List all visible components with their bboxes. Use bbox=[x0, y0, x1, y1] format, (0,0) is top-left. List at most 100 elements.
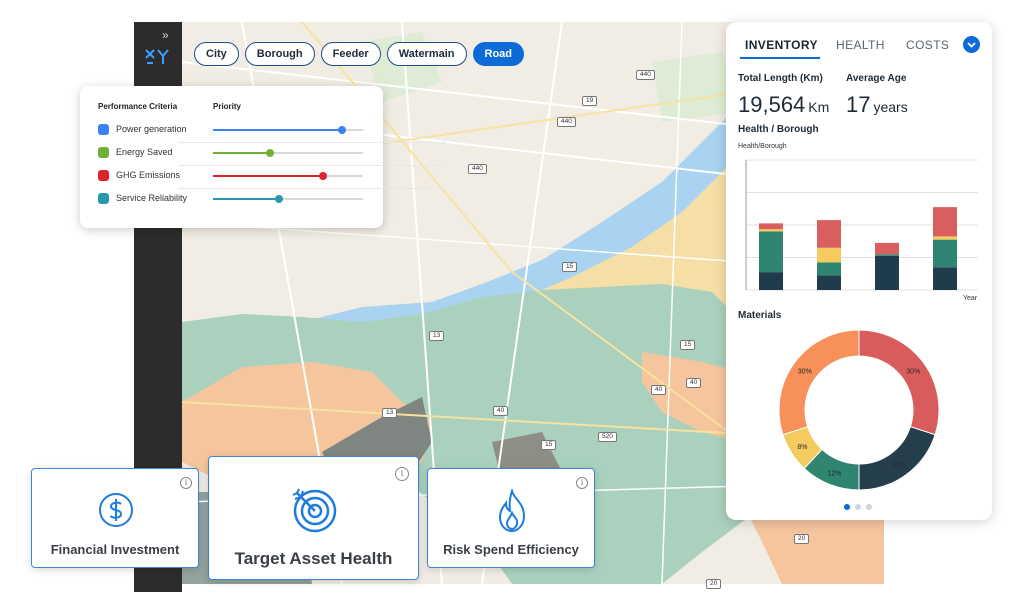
criteria-label: Power generation bbox=[116, 124, 187, 134]
bar-segment[interactable] bbox=[817, 220, 841, 248]
priority-slider-handle[interactable] bbox=[275, 195, 283, 203]
donut-slice[interactable] bbox=[858, 426, 936, 491]
criteria-row: Service Reliability bbox=[98, 192, 368, 206]
road-shield: 15 bbox=[562, 262, 578, 272]
average-age-number: 17 bbox=[846, 92, 871, 117]
total-length-value: 19,564 Km bbox=[738, 92, 829, 118]
road-shield: 20 bbox=[794, 534, 810, 544]
health-bar-chart bbox=[745, 159, 978, 291]
road-shield: 13 bbox=[382, 408, 398, 418]
chevron-down-icon[interactable] bbox=[963, 36, 980, 53]
donut-slice[interactable] bbox=[778, 329, 860, 436]
bar-segment[interactable] bbox=[759, 231, 783, 273]
road-shield: 40 bbox=[493, 406, 509, 416]
priority-slider[interactable] bbox=[213, 149, 363, 157]
card-title: Target Asset Health bbox=[234, 549, 393, 568]
bar-segment[interactable] bbox=[759, 223, 783, 230]
bar-segment[interactable] bbox=[759, 272, 783, 290]
criteria-row: Energy Saved bbox=[98, 146, 368, 160]
filter-chip-borough[interactable]: Borough bbox=[244, 42, 315, 66]
priority-slider-fill bbox=[213, 198, 279, 200]
bar-segment[interactable] bbox=[933, 207, 957, 237]
pagination-dot[interactable] bbox=[844, 504, 850, 510]
pagination-dot[interactable] bbox=[855, 504, 861, 510]
inventory-panel: INVENTORY HEALTH COSTS Total Length (Km)… bbox=[726, 22, 992, 520]
road-shield: 15 bbox=[680, 340, 696, 350]
priority-slider[interactable] bbox=[213, 172, 363, 180]
road-shield: 440 bbox=[636, 70, 655, 80]
average-age-unit: years bbox=[873, 99, 908, 115]
priority-slider-fill bbox=[213, 129, 342, 131]
performance-criteria-card: Performance Criteria Priority Power gene… bbox=[80, 86, 446, 228]
bar-segment[interactable] bbox=[817, 275, 841, 290]
info-icon[interactable]: i bbox=[180, 477, 192, 489]
tab-inventory[interactable]: INVENTORY bbox=[745, 38, 818, 52]
tab-underline bbox=[740, 57, 820, 59]
road-shield: 520 bbox=[598, 432, 617, 442]
bar-segment[interactable] bbox=[817, 247, 841, 263]
road-shield: 19 bbox=[582, 96, 598, 106]
priority-slider-fill bbox=[213, 152, 270, 154]
road-shield: 440 bbox=[557, 117, 576, 127]
bar-segment[interactable] bbox=[875, 242, 899, 255]
criteria-label: GHG Emissions bbox=[116, 170, 181, 180]
tab-health[interactable]: HEALTH bbox=[836, 38, 885, 52]
donut-slice-label: 30% bbox=[798, 369, 812, 376]
info-icon[interactable]: i bbox=[395, 467, 409, 481]
donut-slice-label: 8% bbox=[797, 444, 807, 451]
average-age-label: Average Age bbox=[846, 73, 907, 84]
criteria-label: Service Reliability bbox=[116, 193, 188, 203]
card-financial-investment[interactable]: i Financial Investment bbox=[31, 468, 199, 568]
card-target-asset-health[interactable]: i Target Asset Health bbox=[208, 456, 419, 580]
filter-chip-city[interactable]: City bbox=[194, 42, 239, 66]
road-shield: 40 bbox=[651, 385, 667, 395]
criteria-label: Energy Saved bbox=[116, 147, 173, 157]
pagination-dot[interactable] bbox=[866, 504, 872, 510]
info-icon[interactable]: i bbox=[576, 477, 588, 489]
card-risk-spend-efficiency[interactable]: i Risk Spend Efficiency bbox=[427, 468, 595, 568]
filter-chips: City Borough Feeder Watermain Road bbox=[194, 42, 525, 66]
bar-chart-x-label: Year bbox=[963, 295, 978, 302]
priority-slider-handle[interactable] bbox=[318, 172, 327, 180]
criteria-header: Performance Criteria bbox=[98, 102, 178, 111]
priority-slider[interactable] bbox=[213, 126, 363, 134]
road-shield: 13 bbox=[429, 331, 445, 341]
filter-chip-watermain[interactable]: Watermain bbox=[386, 42, 467, 66]
total-length-label: Total Length (Km) bbox=[738, 73, 823, 84]
donut-slice[interactable] bbox=[858, 329, 940, 436]
card-title: Financial Investment bbox=[50, 542, 180, 557]
bar-segment[interactable] bbox=[875, 255, 899, 290]
row-divider bbox=[178, 142, 446, 143]
tab-costs[interactable]: COSTS bbox=[906, 38, 949, 52]
bar-segment[interactable] bbox=[933, 236, 957, 240]
donut-slice-label: 12% bbox=[827, 470, 841, 477]
priority-slider[interactable] bbox=[213, 195, 363, 203]
road-shield: 40 bbox=[686, 378, 702, 388]
criteria-swatch bbox=[98, 193, 109, 204]
bar-segment[interactable] bbox=[933, 239, 957, 268]
road-shield: 440 bbox=[468, 164, 487, 174]
dollar-icon bbox=[99, 493, 133, 527]
priority-slider-handle[interactable] bbox=[338, 126, 346, 134]
bar-segment[interactable] bbox=[875, 254, 899, 256]
filter-chip-feeder[interactable]: Feeder bbox=[320, 42, 381, 66]
criteria-swatch bbox=[98, 170, 109, 181]
flame-icon bbox=[498, 489, 526, 533]
criteria-row: GHG Emissions bbox=[98, 169, 368, 183]
donut-slice-label: 20% bbox=[891, 462, 905, 469]
priority-slider-handle[interactable] bbox=[266, 149, 274, 157]
logo-icon bbox=[145, 49, 169, 64]
criteria-swatch bbox=[98, 124, 109, 135]
average-age-value: 17 years bbox=[846, 92, 908, 118]
total-length-number: 19,564 bbox=[738, 92, 806, 117]
filter-chip-road[interactable]: Road bbox=[472, 42, 525, 66]
bar-segment[interactable] bbox=[933, 267, 957, 290]
road-shield: 15 bbox=[541, 440, 557, 450]
expand-icon[interactable]: » bbox=[162, 28, 169, 42]
total-length-unit: Km bbox=[808, 99, 830, 115]
bar-segment[interactable] bbox=[817, 262, 841, 276]
priority-slider-fill bbox=[213, 175, 323, 177]
bar-segment[interactable] bbox=[759, 229, 783, 232]
priority-header: Priority bbox=[213, 102, 242, 111]
health-borough-title: Health / Borough bbox=[738, 124, 819, 135]
